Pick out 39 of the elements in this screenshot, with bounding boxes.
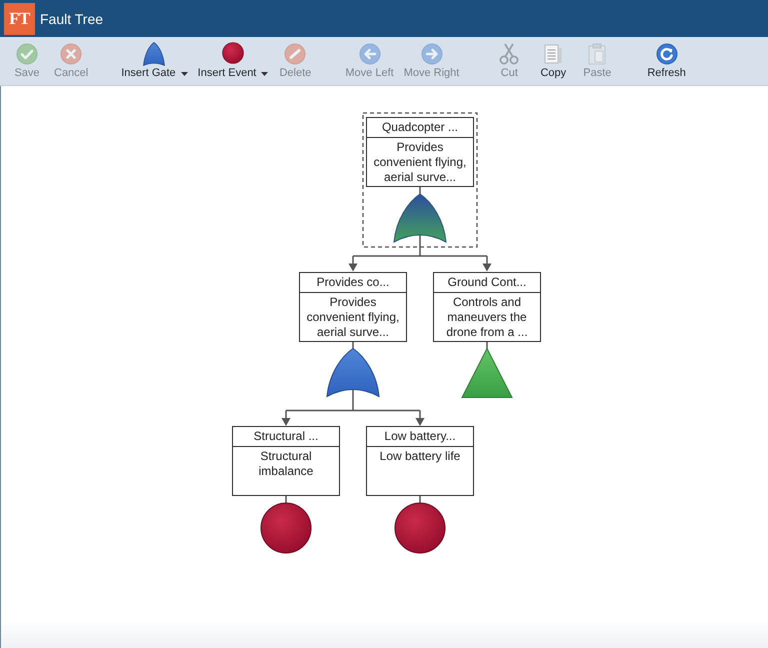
event-circle-symbol[interactable] [260, 502, 312, 554]
event-description: Low battery life [378, 448, 462, 464]
clipboard-icon [586, 43, 608, 65]
event-title: Provides co... [300, 272, 406, 292]
scissors-icon [498, 43, 520, 65]
event-box[interactable]: Low battery... Low battery life [366, 426, 474, 496]
event-box[interactable]: Quadcopter ... Provides convenient flying, aerial surve... [366, 117, 474, 187]
event-description: Provides convenient flying, aerial surve... [306, 294, 400, 340]
copy-button[interactable]: Copy [531, 37, 576, 85]
event-title: Structural ... [233, 427, 339, 447]
event-box[interactable]: Ground Cont... Controls and maneuvers the drone from a ... [433, 272, 541, 342]
connector-arrow [348, 256, 358, 272]
gate-icon [143, 42, 166, 66]
app-title: Fault Tree [40, 10, 104, 26]
or-gate-symbol[interactable] [326, 348, 380, 397]
refresh-icon [656, 43, 678, 65]
slash-circle-icon [284, 43, 306, 65]
connector-arrow [482, 256, 492, 272]
connector-arrow [282, 410, 290, 426]
insert-gate-button[interactable]: Insert Gate [116, 37, 193, 85]
event-description: Provides convenient flying, aerial surve... [372, 139, 468, 185]
event-description: Structural imbalance [258, 448, 314, 479]
event-description: Controls and maneuvers the drone from a ... [445, 294, 529, 340]
event-box[interactable]: Structural ... Structural imbalance [232, 426, 340, 496]
connector-arrow [416, 410, 424, 426]
app-logo: FT [4, 2, 35, 34]
document-icon [542, 43, 564, 65]
check-circle-icon [16, 43, 38, 65]
x-circle-icon [60, 43, 82, 65]
refresh-button[interactable]: Refresh [642, 37, 691, 85]
event-title: Ground Cont... [434, 272, 540, 292]
or-gate-symbol[interactable] [394, 194, 446, 242]
event-box[interactable]: Provides co... Provides convenient flying, aerial surve... [299, 272, 407, 342]
event-circle-symbol[interactable] [394, 502, 446, 554]
event-title: Low battery... [367, 427, 473, 447]
triangle-symbol[interactable] [461, 347, 513, 398]
disc-icon [222, 42, 244, 66]
insert-event-button[interactable]: Insert Event [192, 37, 274, 85]
event-title: Quadcopter ... [367, 118, 473, 138]
